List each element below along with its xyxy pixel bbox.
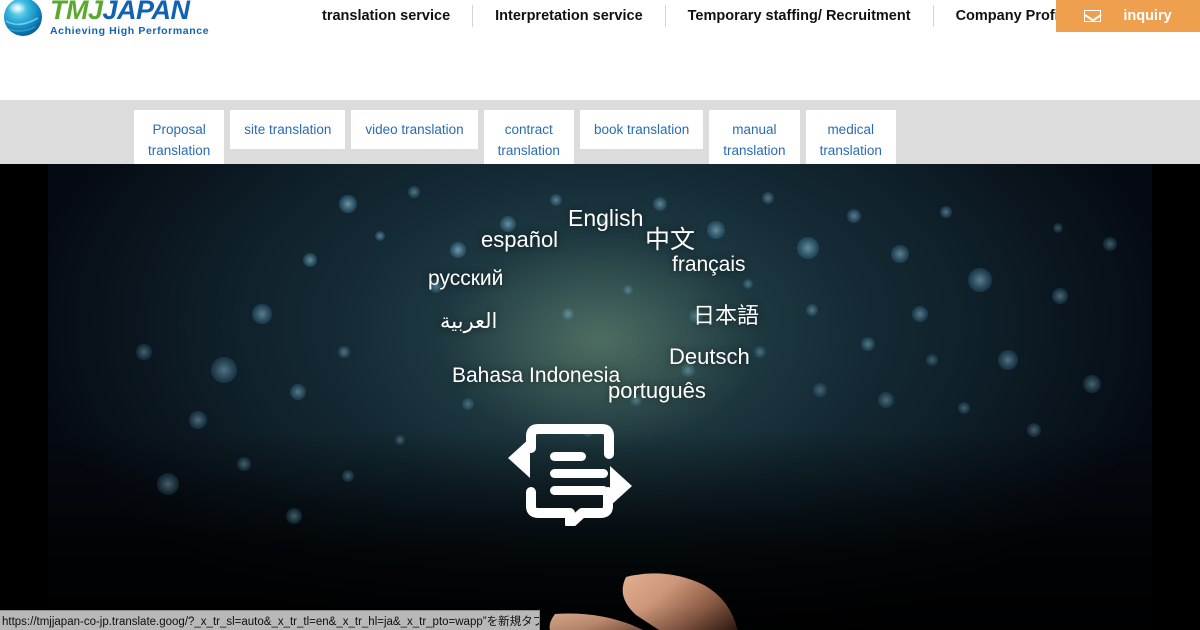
subtab-contract-translation[interactable]: contract translation: [483, 110, 574, 170]
subtab-label-line2: translation: [723, 143, 786, 158]
browser-status-bar: https://tmjjapan-co-jp.translate.goog/?_…: [0, 610, 540, 630]
language-label: English: [568, 205, 644, 231]
translate-speech-bubble-icon: [508, 424, 632, 526]
language-label: Deutsch: [669, 344, 750, 369]
sub-navigation-tabs: Proposal translation site translation vi…: [134, 110, 896, 170]
subtab-label-line2: translation: [148, 143, 211, 158]
subtab-medical-translation[interactable]: medical translation: [805, 110, 896, 170]
language-label: العربية: [440, 310, 498, 333]
page-root: TMJJAPAN Achieving High Performance tran…: [0, 0, 1200, 630]
envelope-icon: [1084, 10, 1102, 22]
subtab-label-line1: site translation: [244, 122, 332, 137]
subtab-label-line1: Proposal: [152, 122, 206, 137]
nav-item-interpretation-service[interactable]: Interpretation service: [473, 0, 664, 32]
nav-item-translation-service[interactable]: translation service: [300, 0, 472, 32]
subtab-label-line2: translation: [497, 143, 560, 158]
language-label: Bahasa Indonesia: [452, 364, 621, 387]
logo-tagline: Achieving High Performance: [50, 25, 210, 37]
language-label: español: [481, 227, 559, 252]
globe-sphere-logo-icon: [4, 0, 42, 36]
logo-text-japan: JAPAN: [102, 0, 191, 25]
subtab-label-line1: video translation: [365, 122, 464, 137]
subtab-book-translation[interactable]: book translation: [579, 110, 704, 149]
language-label: português: [608, 378, 706, 403]
subtab-label-line2: translation: [819, 143, 882, 158]
subtab-manual-translation[interactable]: manual translation: [709, 110, 800, 170]
subtab-label-line1: manual: [732, 122, 777, 137]
logo-text-tmj: TMJ: [50, 0, 103, 25]
status-bar-url-text: https://tmjjapan-co-jp.translate.goog/?_…: [2, 615, 540, 628]
language-label: 中文: [645, 226, 696, 254]
inquiry-button[interactable]: inquiry: [1056, 0, 1200, 32]
subtab-label-line1: medical: [827, 122, 874, 137]
inquiry-button-label: inquiry: [1123, 8, 1172, 24]
site-logo[interactable]: TMJJAPAN Achieving High Performance: [0, 0, 240, 40]
primary-nav: translation service Interpretation servi…: [300, 0, 1093, 32]
hero-banner: English 中文 español français русский 日本語 العربي…: [0, 164, 1200, 630]
subtab-label-line1: book translation: [593, 122, 690, 137]
language-label: 日本語: [693, 303, 760, 328]
hero-background-photo: [48, 164, 1152, 630]
subtab-video-translation[interactable]: video translation: [351, 110, 478, 149]
language-label: français: [672, 253, 746, 276]
sub-navigation-bar: Proposal translation site translation vi…: [0, 100, 1200, 170]
logo-wordmark: TMJJAPAN Achieving High Performance: [50, 0, 209, 37]
language-label: русский: [428, 267, 504, 290]
nav-item-temporary-staffing[interactable]: Temporary staffing/ Recruitment: [666, 0, 933, 32]
subtab-site-translation[interactable]: site translation: [230, 110, 346, 149]
subtab-label-line1: contract: [504, 122, 553, 137]
site-header: TMJJAPAN Achieving High Performance tran…: [0, 0, 1200, 100]
subtab-proposal-translation[interactable]: Proposal translation: [134, 110, 225, 170]
